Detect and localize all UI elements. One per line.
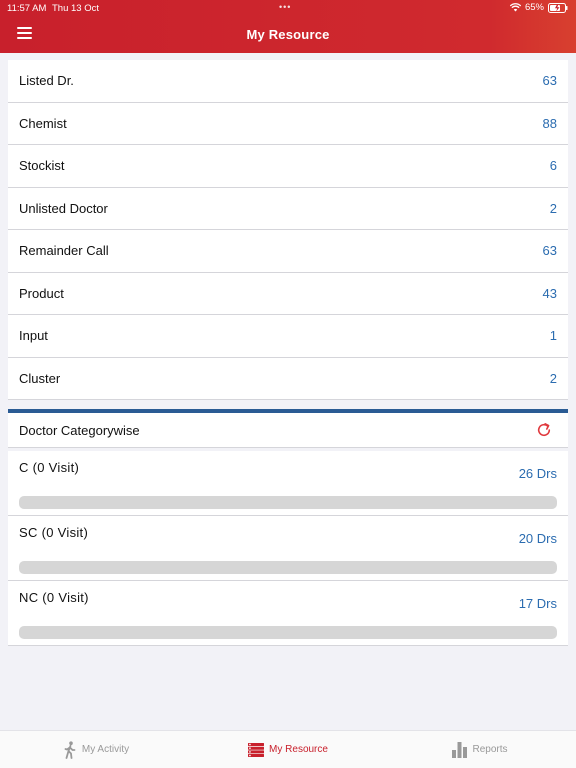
resource-row-remainder-call[interactable]: Remainder Call 63 <box>8 230 568 273</box>
wifi-icon <box>509 3 521 12</box>
category-item-c[interactable]: C (0 Visit) 26 Drs <box>8 451 568 516</box>
tab-label: Reports <box>472 744 508 755</box>
status-indicators: 65% <box>509 2 568 13</box>
list-icon <box>248 742 265 757</box>
walking-person-icon <box>63 740 77 759</box>
resource-list: Listed Dr. 63 Chemist 88 Stockist 6 Unli… <box>8 60 568 400</box>
refresh-icon[interactable] <box>535 421 553 439</box>
battery-percent: 65% <box>524 2 544 13</box>
category-item-nc[interactable]: NC (0 Visit) 17 Drs <box>8 581 568 646</box>
category-item-sc[interactable]: SC (0 Visit) 20 Drs <box>8 516 568 581</box>
resource-count: 6 <box>549 158 557 174</box>
category-progress-bar <box>19 561 557 574</box>
status-time: 11:57 AM <box>7 3 47 14</box>
tab-reports[interactable]: Reports <box>384 731 576 768</box>
status-date: Thu 13 Oct <box>52 3 99 14</box>
category-name: C (0 Visit) <box>19 460 80 475</box>
resource-label: Listed Dr. <box>19 73 74 89</box>
resource-label: Product <box>19 285 64 301</box>
resource-row-cluster[interactable]: Cluster 2 <box>8 358 568 400</box>
resource-row-chemist[interactable]: Chemist 88 <box>8 103 568 145</box>
bar-chart-icon <box>452 741 468 758</box>
resource-label: Chemist <box>19 115 67 131</box>
category-title: Doctor Categorywise <box>19 422 140 438</box>
tab-my-resource[interactable]: My Resource <box>192 731 384 768</box>
tab-label: My Activity <box>81 744 130 755</box>
resource-count: 88 <box>542 115 557 131</box>
category-count: 20 Drs <box>518 531 557 546</box>
resource-row-listed-dr[interactable]: Listed Dr. 63 <box>8 60 568 103</box>
resource-count: 2 <box>549 200 557 216</box>
resource-label: Cluster <box>19 370 61 386</box>
category-count: 17 Drs <box>518 596 557 611</box>
category-progress-bar <box>19 496 557 509</box>
category-name: SC (0 Visit) <box>19 525 89 540</box>
battery-charging-icon <box>548 2 568 13</box>
tab-label: My Resource <box>269 744 328 755</box>
resource-count: 63 <box>542 243 557 259</box>
resource-row-unlisted-doctor[interactable]: Unlisted Doctor 2 <box>8 188 568 230</box>
app-header: 11:57 AM Thu 13 Oct ••• 65% My Resource <box>0 0 576 53</box>
resource-count: 1 <box>549 328 557 344</box>
multitask-dots[interactable]: ••• <box>279 2 291 12</box>
resource-count: 63 <box>542 73 557 89</box>
bottom-tab-bar: My Activity My Resource Reports <box>0 730 576 768</box>
category-progress-bar <box>19 626 557 639</box>
resource-row-stockist[interactable]: Stockist 6 <box>8 145 568 188</box>
resource-label: Input <box>19 328 48 344</box>
resource-count: 2 <box>549 370 557 386</box>
resource-row-product[interactable]: Product 43 <box>8 273 568 315</box>
resource-label: Remainder Call <box>19 243 109 259</box>
tab-my-activity[interactable]: My Activity <box>0 731 192 768</box>
resource-label: Stockist <box>19 158 65 174</box>
resource-row-input[interactable]: Input 1 <box>8 315 568 358</box>
category-name: NC (0 Visit) <box>19 590 89 605</box>
status-bar: 11:57 AM Thu 13 Oct ••• 65% <box>0 0 576 16</box>
resource-label: Unlisted Doctor <box>19 200 108 216</box>
category-count: 26 Drs <box>518 466 557 481</box>
page-title: My Resource <box>246 27 330 42</box>
category-list: C (0 Visit) 26 Drs SC (0 Visit) 20 Drs N… <box>8 451 568 646</box>
resource-count: 43 <box>542 285 557 301</box>
category-header: Doctor Categorywise <box>8 413 568 448</box>
